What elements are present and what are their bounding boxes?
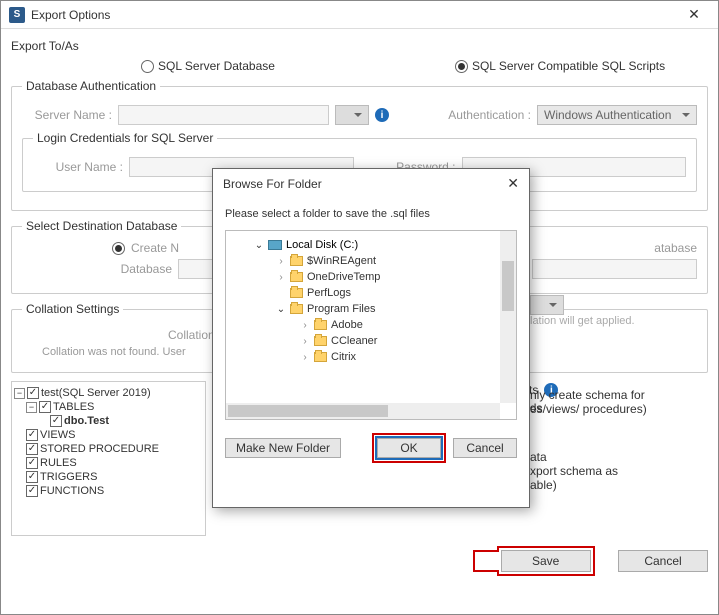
checkbox[interactable] [26, 429, 38, 441]
radio-icon [455, 60, 468, 73]
tree-item-label[interactable]: dbo.Test [64, 415, 109, 427]
chevron-right-icon[interactable]: › [276, 272, 286, 283]
tree-root[interactable]: test(SQL Server 2019) [41, 387, 151, 399]
folder-icon [290, 272, 303, 282]
tree-item-label[interactable]: VIEWS [40, 429, 75, 441]
schema-peek: nly create schema for [530, 388, 647, 402]
app-icon: S [9, 7, 25, 23]
existing-label: atabase [654, 241, 697, 255]
folder-label[interactable]: $WinREAgent [307, 255, 376, 267]
collation-dropdown [530, 295, 564, 315]
checkbox[interactable] [27, 387, 39, 399]
folder-label[interactable]: Local Disk (C:) [286, 239, 358, 251]
server-name-input [118, 105, 329, 125]
scrollbar-horizontal[interactable] [226, 403, 500, 419]
folder-icon [314, 320, 327, 330]
folder-icon [290, 288, 303, 298]
scroll-thumb[interactable] [228, 405, 388, 417]
cancel-button[interactable]: Cancel [618, 550, 708, 572]
dest-db-legend: Select Destination Database [22, 219, 181, 233]
chevron-right-icon[interactable]: › [300, 352, 310, 363]
disk-icon [268, 240, 282, 250]
close-icon[interactable]: ✕ [507, 175, 519, 192]
dialog-cancel-button[interactable]: Cancel [453, 438, 517, 458]
close-icon[interactable]: ✕ [678, 6, 710, 23]
radio-icon [141, 60, 154, 73]
schema-peek: able) [530, 478, 618, 492]
folder-label[interactable]: Program Files [307, 303, 375, 315]
export-to-heading: Export To/As [11, 39, 708, 53]
chevron-down-icon[interactable]: ⌄ [254, 240, 264, 251]
window-title: Export Options [31, 8, 678, 22]
scroll-thumb[interactable] [502, 261, 514, 311]
collapse-icon[interactable]: − [14, 388, 25, 399]
collation-legend: Collation Settings [22, 302, 123, 316]
tree-item-label[interactable]: TABLES [53, 401, 94, 413]
db-existing-input [532, 259, 697, 279]
auth-label: Authentication : [431, 108, 531, 122]
collation-note: Collation was not found. User [22, 346, 186, 358]
folder-tree[interactable]: ⌄ Local Disk (C:) › $WinREAgent › OneDriveT… [225, 230, 517, 420]
folder-icon [290, 304, 303, 314]
radio-label: SQL Server Database [158, 59, 275, 73]
folder-label[interactable]: Adobe [331, 319, 363, 331]
chevron-right-icon[interactable]: › [300, 336, 310, 347]
folder-label[interactable]: CCleaner [331, 335, 377, 347]
folder-label[interactable]: Citrix [331, 351, 356, 363]
auth-dropdown: Windows Authentication [537, 105, 697, 125]
object-tree[interactable]: −test(SQL Server 2019) −TABLES dbo.Test … [11, 381, 206, 536]
folder-label[interactable]: PerfLogs [307, 287, 351, 299]
radio-icon [112, 242, 125, 255]
tree-item-label[interactable]: TRIGGERS [40, 471, 97, 483]
chevron-right-icon[interactable]: › [300, 320, 310, 331]
tree-item-label[interactable]: RULES [40, 457, 77, 469]
login-legend: Login Credentials for SQL Server [33, 131, 217, 145]
schema-peek: es/views/ procedures) [530, 402, 647, 416]
checkbox[interactable] [39, 401, 51, 413]
chevron-right-icon[interactable]: › [276, 256, 286, 267]
checkbox[interactable] [26, 471, 38, 483]
chevron-down-icon[interactable]: ⌄ [276, 304, 286, 315]
data-section-label: ata [530, 450, 618, 464]
checkbox[interactable] [26, 443, 38, 455]
radio-sql-server-db[interactable]: SQL Server Database [141, 59, 275, 73]
db-name-label: Database [82, 262, 172, 276]
create-new-label: Create N [131, 241, 179, 255]
dialog-message: Please select a folder to save the .sql … [225, 202, 517, 230]
scrollbar-vertical[interactable] [500, 231, 516, 403]
checkbox[interactable] [50, 415, 62, 427]
radio-label: SQL Server Compatible SQL Scripts [472, 59, 665, 73]
info-icon[interactable]: i [375, 108, 389, 122]
dialog-title: Browse For Folder [223, 177, 507, 191]
make-new-folder-button[interactable]: Make New Folder [225, 438, 341, 458]
radio-sql-scripts[interactable]: SQL Server Compatible SQL Scripts [455, 59, 665, 73]
server-name-label: Server Name : [22, 108, 112, 122]
collation-note-right: lation will get applied. [530, 315, 635, 327]
folder-icon [314, 336, 327, 346]
collapse-icon[interactable]: − [26, 402, 37, 413]
titlebar: S Export Options ✕ [1, 1, 718, 29]
tree-item-label[interactable]: FUNCTIONS [40, 485, 104, 497]
folder-icon [314, 352, 327, 362]
browse-folder-dialog: Browse For Folder ✕ Please select a fold… [212, 168, 530, 508]
server-dropdown-btn [335, 105, 369, 125]
ok-button[interactable]: OK [377, 438, 441, 458]
checkbox[interactable] [26, 485, 38, 497]
collation-label: Collation [168, 328, 215, 342]
ok-highlight: OK [377, 438, 441, 458]
save-button[interactable]: Save [501, 550, 591, 572]
save-highlight: Save [477, 554, 591, 568]
db-auth-legend: Database Authentication [22, 79, 160, 93]
tree-item-label[interactable]: STORED PROCEDURE [40, 443, 159, 455]
checkbox[interactable] [26, 457, 38, 469]
schema-peek: xport schema as [530, 464, 618, 478]
folder-label[interactable]: OneDriveTemp [307, 271, 380, 283]
username-label: User Name : [33, 160, 123, 174]
folder-icon [290, 256, 303, 266]
